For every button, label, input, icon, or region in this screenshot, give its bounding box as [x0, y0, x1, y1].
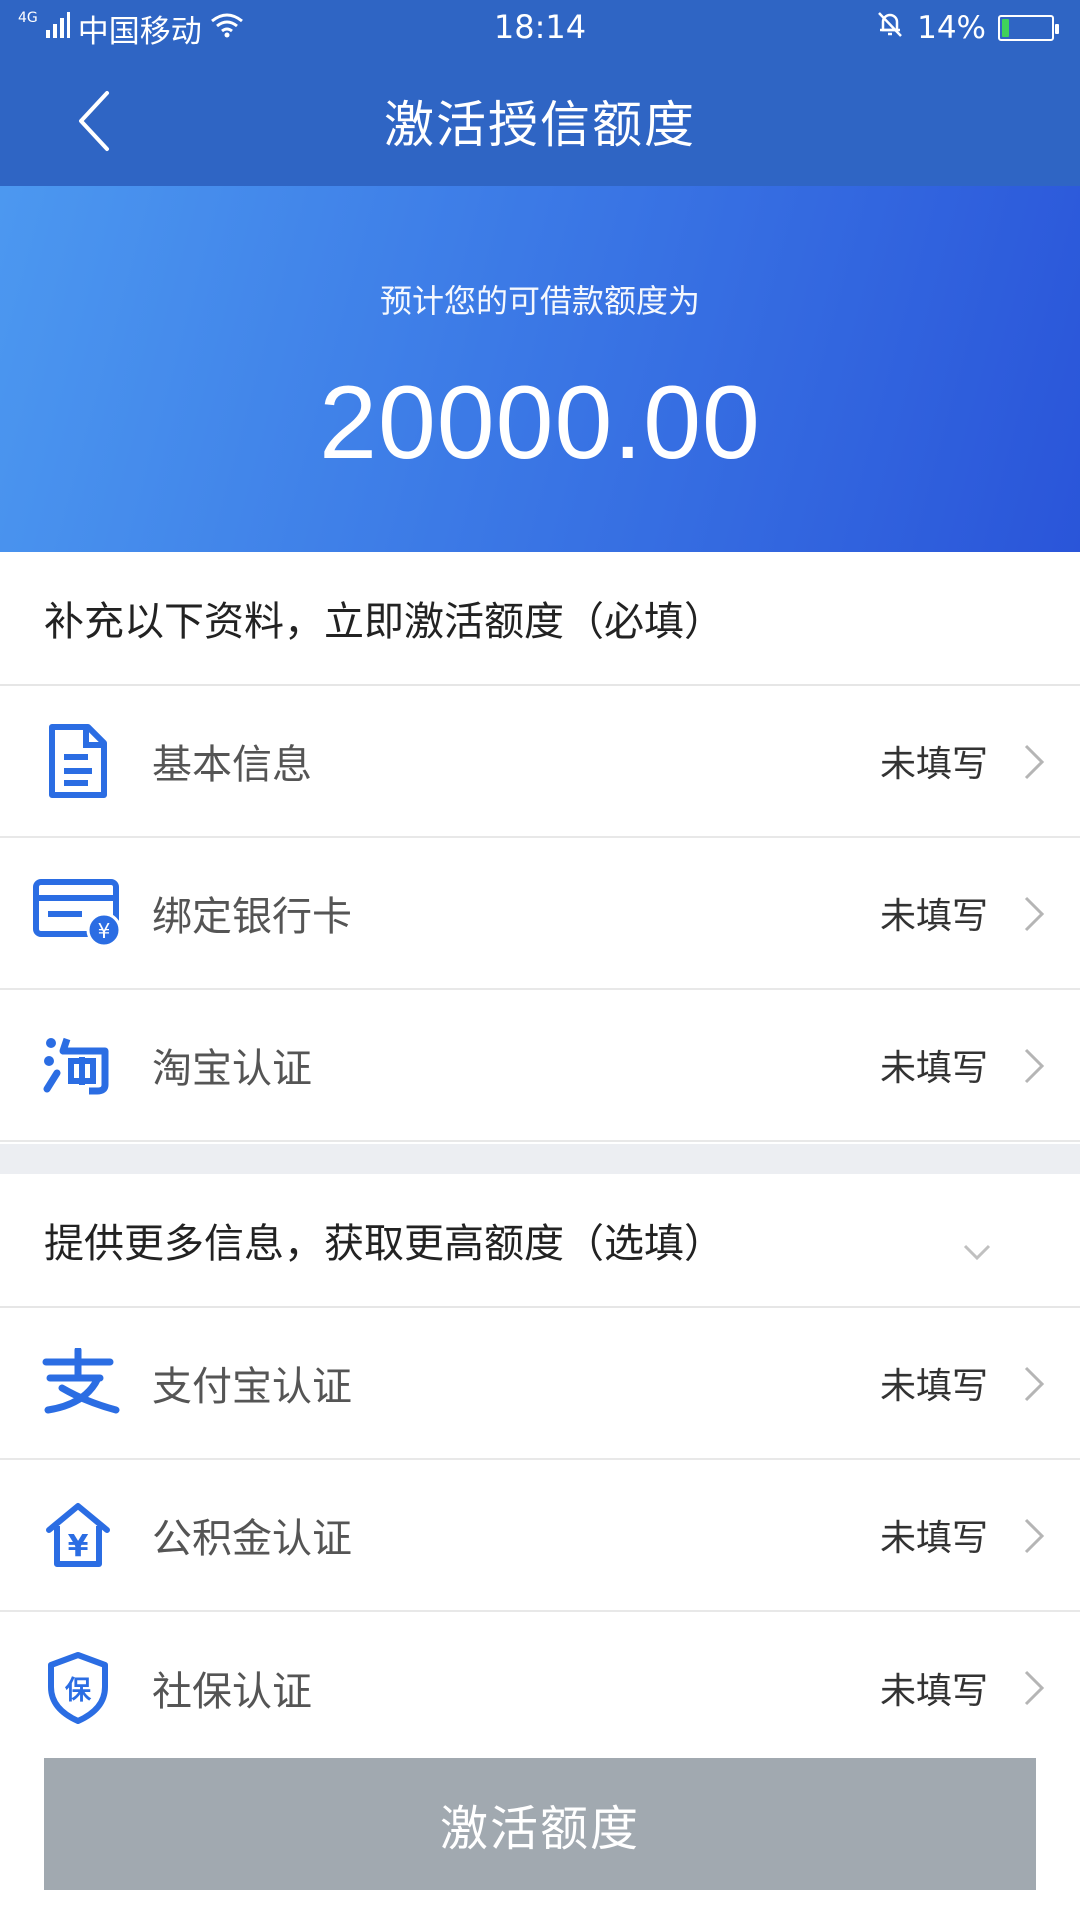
svg-text:¥: ¥	[98, 919, 111, 943]
row-bind-bank-card[interactable]: ¥ 绑定银行卡 未填写	[0, 838, 1080, 990]
row-basic-info[interactable]: 基本信息 未填写	[0, 686, 1080, 838]
chevron-right-icon	[1022, 1668, 1046, 1712]
credit-limit-hero: 预计您的可借款额度为 20000.00	[0, 186, 1080, 552]
social-security-icon: 保	[28, 1638, 128, 1738]
chevron-down-icon	[962, 1226, 992, 1272]
row-label: 社保认证	[152, 1669, 312, 1715]
row-label: 基本信息	[152, 742, 312, 788]
battery-level	[1002, 19, 1009, 37]
row-status: 未填写	[879, 1518, 988, 1559]
section-divider	[0, 1144, 1080, 1174]
row-status: 未填写	[879, 1366, 988, 1407]
chevron-left-icon	[79, 91, 109, 151]
row-taobao-verification[interactable]: 淘宝认证 未填写	[0, 990, 1080, 1142]
svg-text:¥: ¥	[68, 1529, 89, 1564]
row-status: 未填写	[879, 1671, 988, 1712]
chevron-right-icon	[1022, 1364, 1046, 1408]
row-label: 绑定银行卡	[152, 894, 352, 940]
title-bar: 激活授信额度	[0, 56, 1080, 186]
row-label: 支付宝认证	[152, 1364, 352, 1410]
credit-amount: 20000.00	[319, 365, 761, 481]
battery-icon	[998, 15, 1059, 41]
bank-card-icon: ¥	[28, 863, 128, 963]
chevron-right-icon	[1022, 894, 1046, 938]
alipay-icon	[28, 1333, 128, 1433]
document-icon	[28, 711, 128, 811]
row-housing-fund-verification[interactable]: ¥ 公积金认证 未填写	[0, 1460, 1080, 1612]
chevron-right-icon	[1022, 1516, 1046, 1560]
row-status: 未填写	[879, 744, 988, 785]
row-label: 淘宝认证	[152, 1046, 312, 1092]
status-bar: 4G 中国移动 18:14 14%	[0, 0, 1080, 56]
screen: 4G 中国移动 18:14 14% 激活授信额度 预计您的可借款额度为 2000…	[0, 0, 1080, 1920]
back-button[interactable]	[60, 86, 130, 156]
chevron-right-icon	[1022, 742, 1046, 786]
row-status: 未填写	[879, 1048, 988, 1089]
housing-fund-icon: ¥	[28, 1485, 128, 1585]
chevron-right-icon	[1022, 1046, 1046, 1090]
svg-text:保: 保	[64, 1676, 92, 1706]
optional-section-header[interactable]: 提供更多信息，获取更高额度（选填）	[0, 1174, 1080, 1308]
clock: 18:14	[493, 8, 587, 46]
row-status: 未填写	[879, 896, 988, 937]
taobao-icon	[28, 1015, 128, 1115]
optional-section-title: 提供更多信息，获取更高额度（选填）	[44, 1221, 724, 1267]
activate-limit-button[interactable]: 激活额度	[44, 1758, 1036, 1890]
row-label: 公积金认证	[152, 1516, 352, 1562]
row-social-security-verification[interactable]: 保 社保认证 未填写	[0, 1612, 1080, 1764]
required-section-title: 补充以下资料，立即激活额度（必填）	[44, 599, 724, 645]
page-title: 激活授信额度	[384, 96, 696, 154]
required-section-header: 补充以下资料，立即激活额度（必填）	[0, 552, 1080, 686]
hero-caption: 预计您的可借款额度为	[379, 282, 700, 320]
row-alipay-verification[interactable]: 支付宝认证 未填写	[0, 1308, 1080, 1460]
